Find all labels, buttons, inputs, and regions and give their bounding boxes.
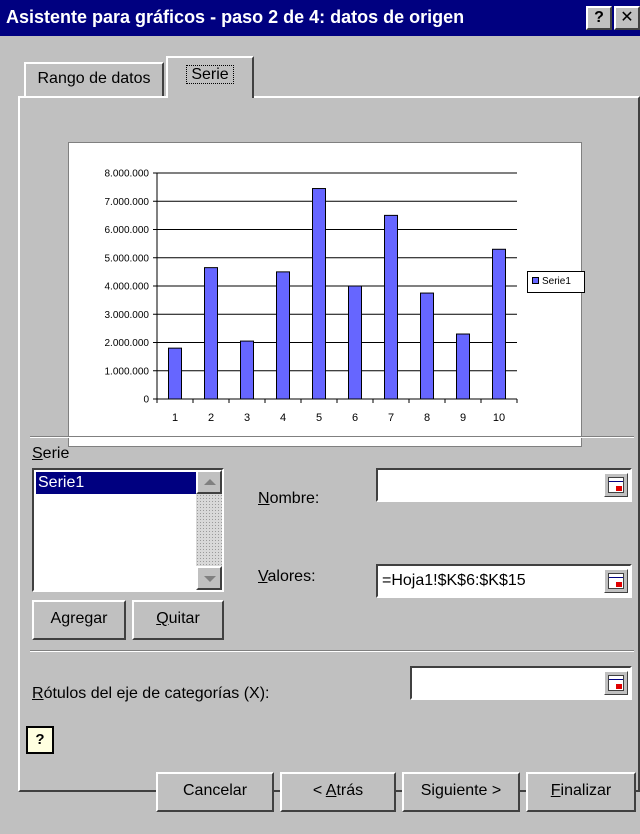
tab-data-range[interactable]: Rango de datos [24,62,164,96]
bar [204,267,218,400]
bar [384,214,398,400]
cancel-button[interactable]: Cancelar [156,772,274,812]
bar [240,340,254,400]
x-tick-label: 1 [172,412,178,424]
x-tick-label: 6 [352,412,358,424]
x-tick-label: 7 [388,412,394,424]
x-tick-label: 5 [316,412,322,424]
title-bar: Asistente para gráficos - paso 2 de 4: d… [0,0,640,36]
bar [456,333,470,400]
help-title-button[interactable]: ? [586,6,612,30]
add-button[interactable]: Agregar [32,600,126,640]
separator-top [30,436,634,438]
y-tick-label: 2.000.000 [105,338,150,349]
values-field[interactable]: =Hoja1!$K$6:$K$15 [376,564,632,598]
chart-wizard-dialog: Rango de datos Serie 0 1.000.000 2.000.000… [0,36,640,834]
scroll-up-button[interactable] [196,470,222,494]
values-label: Valores: [258,568,316,585]
close-button[interactable]: ✕ [614,6,640,30]
values-collapse-button[interactable] [604,569,628,593]
series-scrollbar[interactable] [196,470,222,590]
bar [168,347,182,400]
bar [312,188,326,400]
x-tick-label: 4 [280,412,286,424]
name-field[interactable] [376,468,632,502]
category-labels-field[interactable] [410,666,632,700]
y-tick-label: 4.000.000 [105,282,150,293]
finish-button[interactable]: Finalizar [526,772,636,812]
category-labels-label: Rótulos del eje de categorías (X): [32,685,270,702]
tab-series-label: Serie [186,65,234,84]
bar [276,271,290,400]
series-listbox[interactable]: Serie1 [32,468,224,592]
y-tick-label: 7.000.000 [105,197,150,208]
bar [492,248,506,400]
tab-series[interactable]: Serie [166,56,254,98]
x-tick-label: 8 [424,412,430,424]
y-tick-label: 0 [143,395,149,406]
help-icon[interactable]: ? [26,726,54,754]
y-tick-label: 5.000.000 [105,253,150,264]
chart-preview: 0 1.000.000 2.000.000 3.000.000 4.000.000 5.0… [68,142,585,447]
bar [348,285,362,400]
scroll-down-button[interactable] [196,566,222,590]
bar [420,292,434,400]
y-tick-label: 8.000.000 [105,169,150,180]
x-tick-label: 2 [208,412,214,424]
back-button[interactable]: < Atrás [280,772,396,812]
arrow-down-icon [204,576,216,582]
collapse-dialog-icon [608,477,624,493]
x-tick-label: 10 [493,412,505,424]
y-tick-label: 6.000.000 [105,225,150,236]
legend-swatch [532,277,539,284]
chart-legend: Serie1 [527,271,585,293]
series-list-item[interactable]: Serie1 [36,472,196,494]
tab-data-range-label: Rango de datos [37,70,151,87]
chart-svg: 0 1.000.000 2.000.000 3.000.000 4.000.000 5.0… [105,169,518,424]
name-label: Nombre: [258,490,320,507]
remove-button[interactable]: Quitar [132,600,224,640]
category-collapse-button[interactable] [604,671,628,695]
x-tick-label: 9 [460,412,466,424]
separator-middle [30,650,634,652]
name-collapse-button[interactable] [604,473,628,497]
legend-label: Serie1 [542,276,571,287]
collapse-dialog-icon [608,675,624,691]
x-tick-label: 3 [244,412,250,424]
window-title: Asistente para gráficos - paso 2 de 4: d… [6,7,465,27]
collapse-dialog-icon [608,573,624,589]
series-heading: Serie [32,445,70,462]
next-button[interactable]: Siguiente > [402,772,520,812]
arrow-up-icon [204,479,216,485]
y-tick-label: 3.000.000 [105,310,150,321]
y-tick-label: 1.000.000 [105,366,150,377]
values-field-value: =Hoja1!$K$6:$K$15 [382,572,526,589]
